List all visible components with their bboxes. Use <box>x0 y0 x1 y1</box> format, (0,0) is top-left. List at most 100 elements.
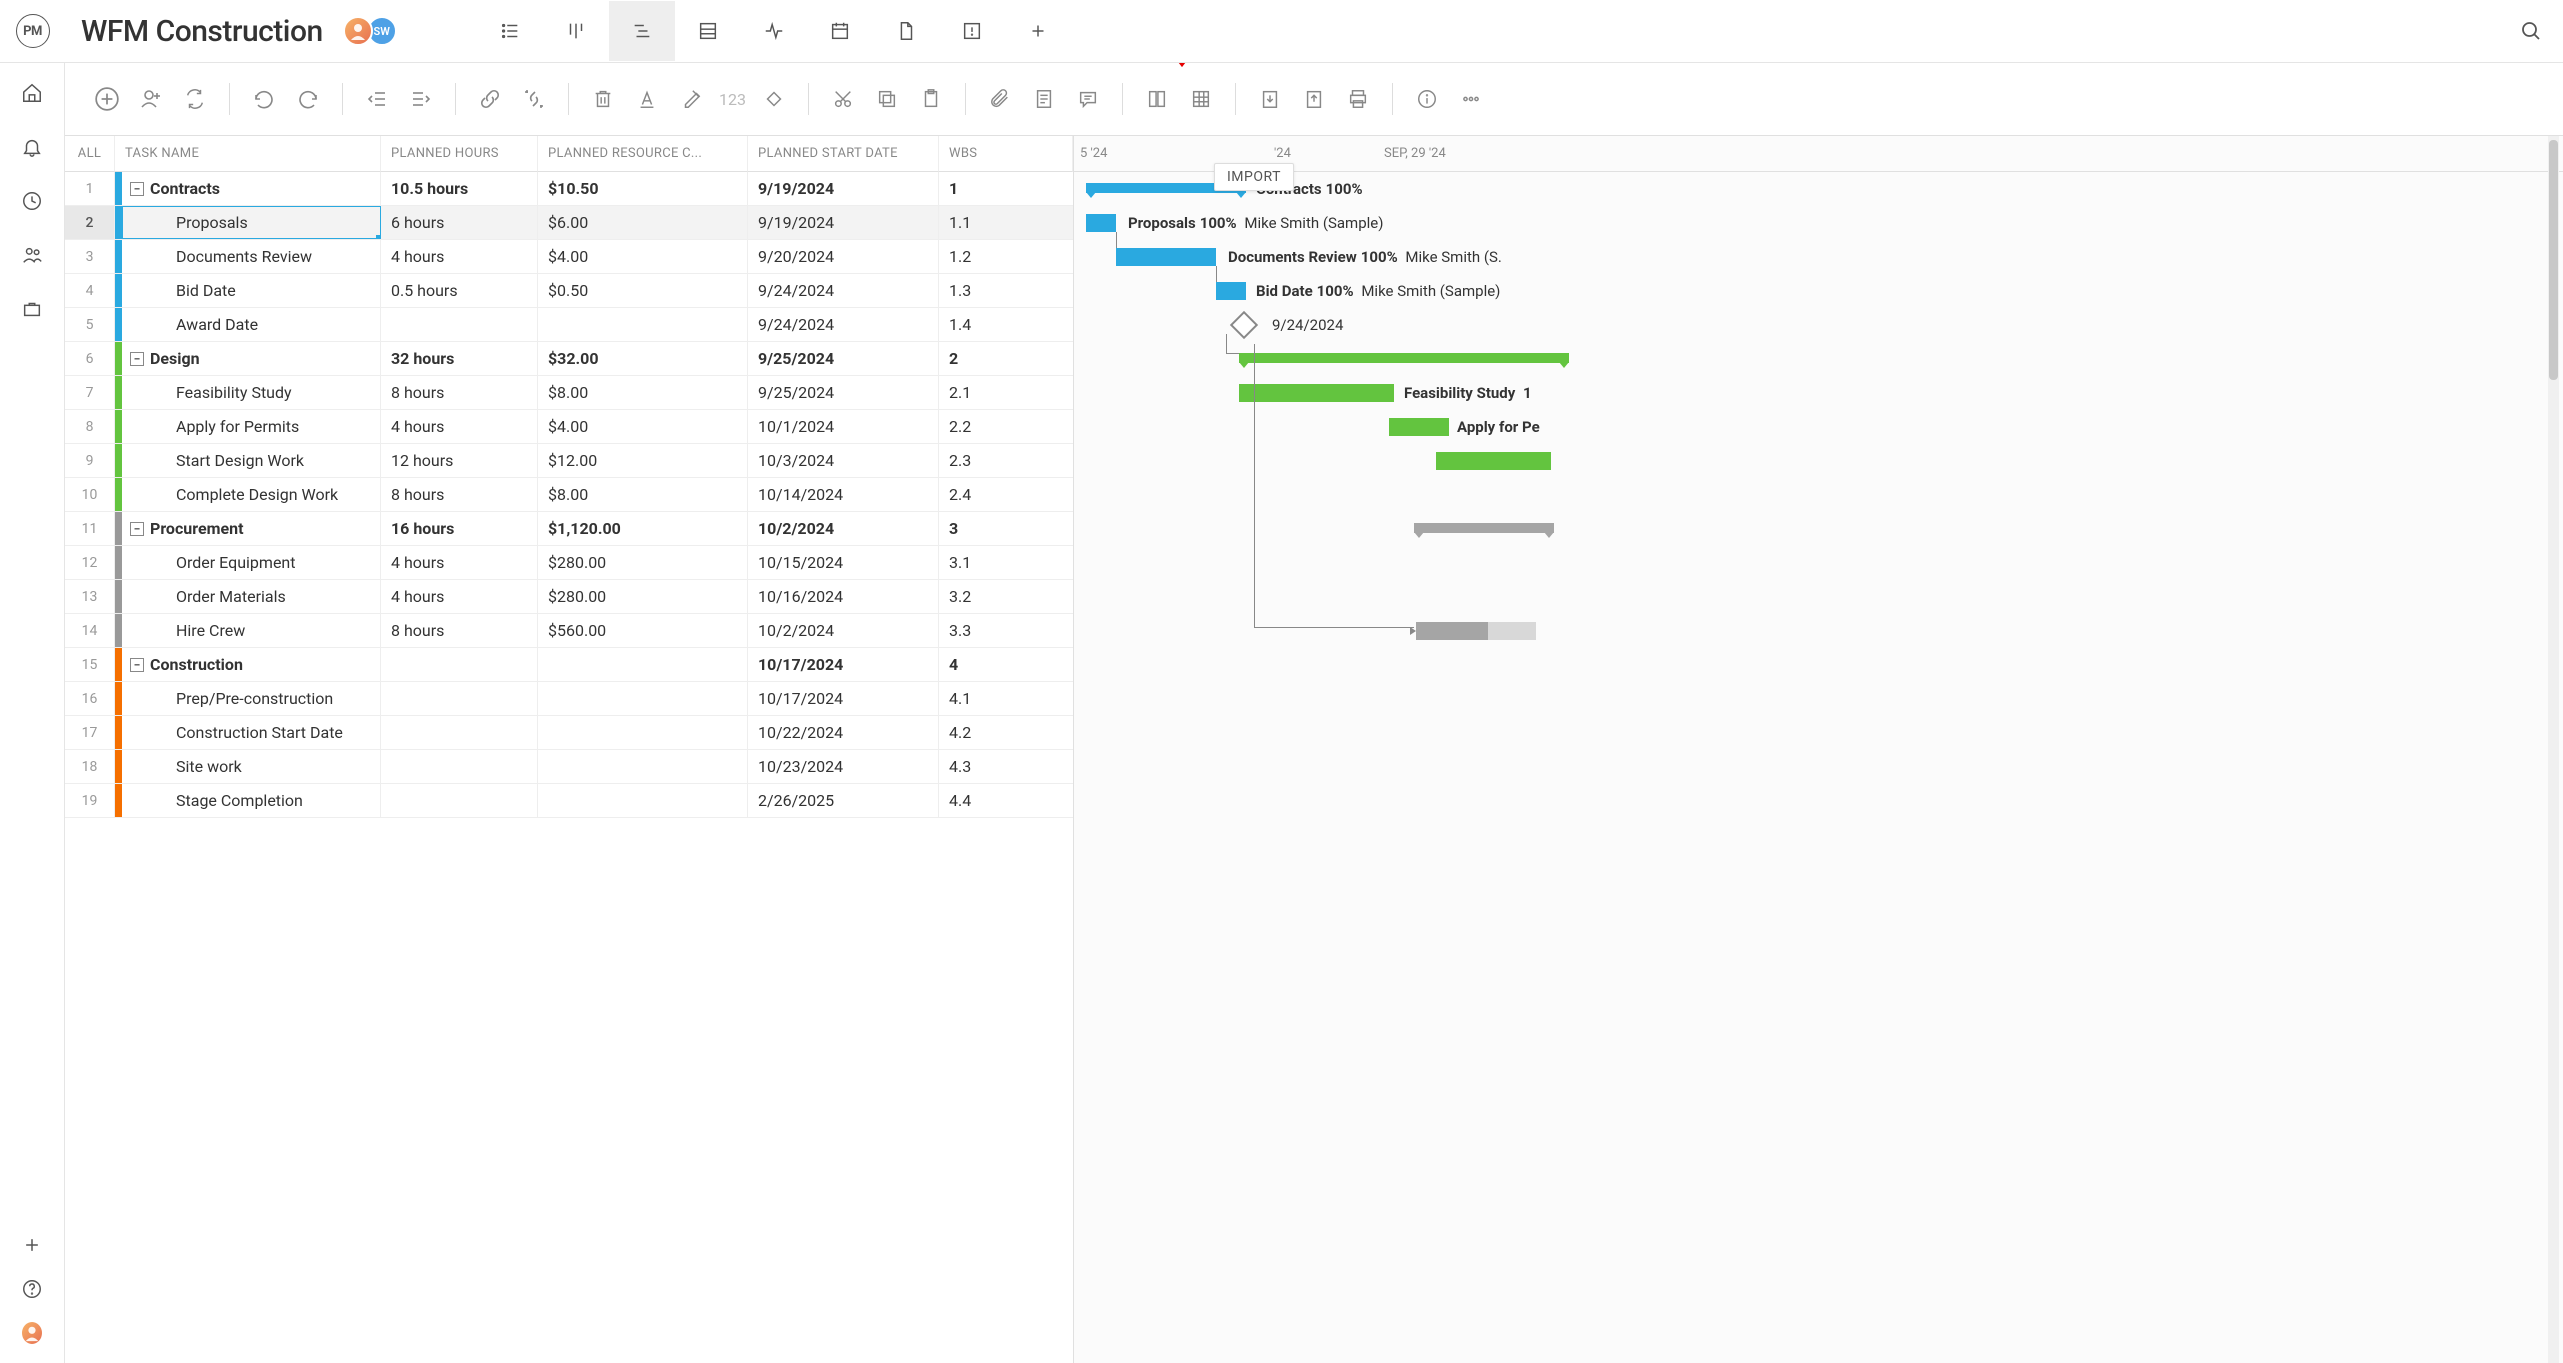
row-number[interactable]: 2 <box>65 206 115 239</box>
cell-planned-cost[interactable]: $8.00 <box>538 478 748 511</box>
cell-planned-hours[interactable] <box>381 682 538 715</box>
cell-planned-start[interactable]: 10/15/2024 <box>748 546 939 579</box>
table-row[interactable]: 4 Bid Date 0.5 hours $0.50 9/24/2024 1.3 <box>65 274 1073 308</box>
cell-planned-start[interactable]: 10/23/2024 <box>748 750 939 783</box>
view-files[interactable] <box>873 1 939 61</box>
table-row[interactable]: 8 Apply for Permits 4 hours $4.00 10/1/2… <box>65 410 1073 444</box>
text-color-button[interactable] <box>627 79 667 119</box>
columns-button[interactable] <box>1137 79 1177 119</box>
row-number[interactable]: 4 <box>65 274 115 307</box>
row-number[interactable]: 9 <box>65 444 115 477</box>
gantt-bar[interactable] <box>1414 523 1554 533</box>
import-button[interactable] <box>1250 79 1290 119</box>
cell-planned-cost[interactable]: $280.00 <box>538 580 748 613</box>
cell-planned-cost[interactable]: $0.50 <box>538 274 748 307</box>
view-add[interactable] <box>1005 1 1071 61</box>
cell-task-name[interactable]: Hire Crew <box>122 614 381 647</box>
cell-task-name[interactable]: − Contracts <box>122 172 381 205</box>
row-number[interactable]: 11 <box>65 512 115 545</box>
cell-planned-cost[interactable] <box>538 648 748 681</box>
cell-task-name[interactable]: Award Date <box>122 308 381 341</box>
table-row[interactable]: 10 Complete Design Work 8 hours $8.00 10… <box>65 478 1073 512</box>
cell-planned-start[interactable]: 9/25/2024 <box>748 342 939 375</box>
nav-add-icon[interactable] <box>20 1233 44 1257</box>
cell-task-name[interactable]: Site work <box>122 750 381 783</box>
row-number[interactable]: 1 <box>65 172 115 205</box>
row-number[interactable]: 15 <box>65 648 115 681</box>
avatar-user-1[interactable] <box>343 16 373 46</box>
collapse-toggle[interactable]: − <box>130 182 144 196</box>
cell-planned-start[interactable]: 10/17/2024 <box>748 682 939 715</box>
cell-wbs[interactable]: 1.3 <box>939 274 1073 307</box>
nav-portfolio-icon[interactable] <box>20 297 44 321</box>
more-button[interactable] <box>1451 79 1491 119</box>
cell-planned-cost[interactable]: $4.00 <box>538 240 748 273</box>
cell-planned-cost[interactable]: $32.00 <box>538 342 748 375</box>
cell-task-name[interactable]: Apply for Permits <box>122 410 381 443</box>
refresh-button[interactable] <box>175 79 215 119</box>
cell-planned-hours[interactable]: 4 hours <box>381 410 538 443</box>
cell-planned-hours[interactable] <box>381 784 538 817</box>
cell-wbs[interactable]: 4.2 <box>939 716 1073 749</box>
cell-wbs[interactable]: 1.1 <box>939 206 1073 239</box>
table-row[interactable]: 6 − Design 32 hours $32.00 9/25/2024 2 <box>65 342 1073 376</box>
cell-planned-start[interactable]: 9/25/2024 <box>748 376 939 409</box>
cell-planned-start[interactable]: 10/1/2024 <box>748 410 939 443</box>
cell-wbs[interactable]: 2.3 <box>939 444 1073 477</box>
cell-wbs[interactable]: 3.3 <box>939 614 1073 647</box>
cell-planned-start[interactable]: 10/16/2024 <box>748 580 939 613</box>
col-header-cost[interactable]: PLANNED RESOURCE C... <box>538 136 748 172</box>
view-board[interactable] <box>543 1 609 61</box>
view-risks[interactable] <box>939 1 1005 61</box>
cut-button[interactable] <box>823 79 863 119</box>
indent-button[interactable] <box>401 79 441 119</box>
cell-planned-hours[interactable]: 8 hours <box>381 614 538 647</box>
notes-button[interactable] <box>1024 79 1064 119</box>
grid-button[interactable] <box>1181 79 1221 119</box>
gantt-bar[interactable] <box>1086 214 1116 232</box>
table-row[interactable]: 11 − Procurement 16 hours $1,120.00 10/2… <box>65 512 1073 546</box>
view-calendar[interactable] <box>807 1 873 61</box>
table-row[interactable]: 18 Site work 10/23/2024 4.3 <box>65 750 1073 784</box>
unlink-button[interactable] <box>514 79 554 119</box>
table-row[interactable]: 2 Proposals 6 hours $6.00 9/19/2024 1.1 <box>65 206 1073 240</box>
cell-task-name[interactable]: Stage Completion <box>122 784 381 817</box>
gantt-timescale[interactable]: 5 '24 '24 SEP, 29 '24 <box>1074 136 2563 172</box>
row-number[interactable]: 18 <box>65 750 115 783</box>
cell-wbs[interactable]: 1.2 <box>939 240 1073 273</box>
cell-planned-hours[interactable] <box>381 750 538 783</box>
cell-planned-start[interactable]: 9/19/2024 <box>748 206 939 239</box>
cell-planned-start[interactable]: 10/14/2024 <box>748 478 939 511</box>
row-number[interactable]: 16 <box>65 682 115 715</box>
cell-planned-cost[interactable]: $280.00 <box>538 546 748 579</box>
cell-task-name[interactable]: Feasibility Study <box>122 376 381 409</box>
view-list[interactable] <box>477 1 543 61</box>
cell-planned-start[interactable]: 2/26/2025 <box>748 784 939 817</box>
collapse-toggle[interactable]: − <box>130 522 144 536</box>
assign-button[interactable] <box>131 79 171 119</box>
table-row[interactable]: 16 Prep/Pre-construction 10/17/2024 4.1 <box>65 682 1073 716</box>
table-row[interactable]: 5 Award Date 9/24/2024 1.4 <box>65 308 1073 342</box>
cell-planned-start[interactable]: 10/2/2024 <box>748 614 939 647</box>
cell-planned-start[interactable]: 10/2/2024 <box>748 512 939 545</box>
row-number[interactable]: 17 <box>65 716 115 749</box>
cell-task-name[interactable]: − Design <box>122 342 381 375</box>
cell-task-name[interactable]: Proposals <box>122 206 381 239</box>
cell-planned-cost[interactable] <box>538 682 748 715</box>
col-header-wbs[interactable]: WBS <box>939 136 1073 172</box>
cell-planned-hours[interactable] <box>381 716 538 749</box>
cell-wbs[interactable]: 2.4 <box>939 478 1073 511</box>
cell-planned-hours[interactable]: 4 hours <box>381 580 538 613</box>
cell-planned-hours[interactable]: 8 hours <box>381 376 538 409</box>
cell-planned-cost[interactable]: $1,120.00 <box>538 512 748 545</box>
cell-task-name[interactable]: Complete Design Work <box>122 478 381 511</box>
cell-planned-hours[interactable] <box>381 308 538 341</box>
cell-planned-cost[interactable] <box>538 308 748 341</box>
col-header-task[interactable]: TASK NAME <box>115 136 381 172</box>
row-number[interactable]: 14 <box>65 614 115 647</box>
redo-button[interactable] <box>288 79 328 119</box>
app-logo[interactable]: PM <box>0 14 65 48</box>
col-header-hours[interactable]: PLANNED HOURS <box>381 136 538 172</box>
col-header-start[interactable]: PLANNED START DATE <box>748 136 939 172</box>
row-number[interactable]: 8 <box>65 410 115 443</box>
